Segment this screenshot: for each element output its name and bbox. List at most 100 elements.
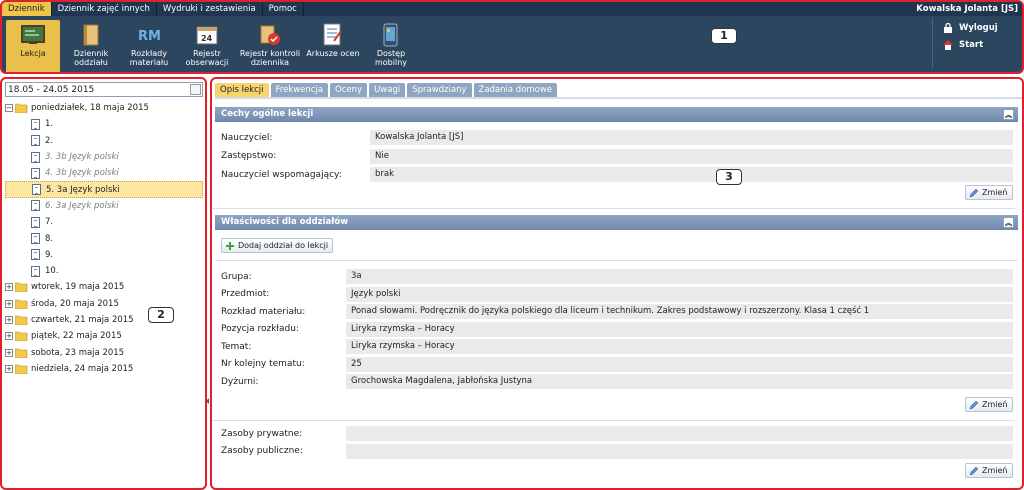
start-link[interactable]: Start <box>943 38 1022 52</box>
tree-day-tuesday[interactable]: + wtorek, 19 maja 2015 <box>5 279 203 295</box>
expand-toggle-icon[interactable]: + <box>5 348 13 357</box>
tab-opis-lekcji[interactable]: Opis lekcji <box>215 83 269 97</box>
tab-uwagi[interactable]: Uwagi <box>369 83 406 97</box>
tree-lesson-3[interactable]: 3. 3b Język polski <box>5 149 203 165</box>
change-class-props-button[interactable]: Zmień <box>965 397 1013 412</box>
panel-resize-handle[interactable] <box>206 396 209 406</box>
toolbar-rejestr-obserwacji-button[interactable]: 24 Rejestr obserwacji <box>180 20 234 72</box>
tree-lesson-label: 3. 3b Język polski <box>45 152 119 163</box>
lesson-document-icon <box>31 135 40 147</box>
menu-dziennik-zajec-innych[interactable]: Dziennik zajęć innych <box>52 2 157 16</box>
field-value <box>346 443 1013 459</box>
tree-lesson-label: 8. <box>45 233 54 244</box>
collapse-toggle-icon[interactable]: − <box>5 104 13 113</box>
toolbar-rejestr-obserwacji-label: Rejestr obserwacji <box>185 49 229 67</box>
section-title: Właściwości dla oddziałów <box>221 217 349 227</box>
toolbar-dostep-mobilny-button[interactable]: Dostęp mobilny <box>364 20 418 72</box>
change-general-button[interactable]: Zmień <box>965 185 1013 200</box>
tab-zadania-domowe[interactable]: Zadania domowe <box>473 83 558 97</box>
lesson-details-panel: Opis lekcji Frekwencja Oceny Uwagi Spraw… <box>210 77 1024 490</box>
tree-day-sunday[interactable]: + niedziela, 24 maja 2015 <box>5 361 203 377</box>
toolbar-dziennik-oddzialu-button[interactable]: Dziennik oddziału <box>64 20 118 72</box>
tree-lesson-1[interactable]: 1. <box>5 116 203 132</box>
toolbar-arkusze-ocen-button[interactable]: Arkusze ocen <box>306 20 360 72</box>
toolbar-lekcja-button[interactable]: Lekcja <box>6 20 60 72</box>
field-value: brak <box>370 167 1013 183</box>
tree-lesson-4[interactable]: 4. 3b Język polski <box>5 165 203 181</box>
add-class-to-lesson-button[interactable]: Dodaj oddział do lekcji <box>221 238 334 253</box>
field-label: Nr kolejny tematu: <box>221 359 305 370</box>
expand-toggle-icon[interactable]: + <box>5 364 13 373</box>
rm-icon: RM <box>136 23 162 47</box>
field-row-curriculum-position: Pozycja rozkładu: Liryka rzymska – Horac… <box>215 321 1018 339</box>
field-label: Zastępstwo: <box>221 151 277 162</box>
lock-icon <box>943 23 953 33</box>
field-value: Kowalska Jolanta [JS] <box>370 130 1013 146</box>
callout-1: 1 <box>711 28 737 44</box>
top-toolbar-region: Dziennik Dziennik zajęć innych Wydruki i… <box>0 0 1024 74</box>
logout-label: Wyloguj <box>959 23 998 33</box>
expand-toggle-icon[interactable]: + <box>5 316 13 324</box>
menu-wydruki[interactable]: Wydruki i zestawienia <box>157 2 263 16</box>
mobile-icon <box>378 23 404 47</box>
week-range-selector[interactable]: 18.05 - 24.05 2015 <box>5 82 203 97</box>
folder-icon <box>15 348 28 358</box>
tree-day-monday[interactable]: − poniedziałek, 18 maja 2015 <box>5 100 203 116</box>
field-value: Liryka rzymska – Horacy <box>346 321 1013 337</box>
toolbar-arkusze-ocen-label: Arkusze ocen <box>306 49 360 58</box>
tab-oceny[interactable]: Oceny <box>330 83 368 97</box>
lesson-document-icon <box>32 184 41 196</box>
add-class-label: Dodaj oddział do lekcji <box>238 241 329 250</box>
tab-sprawdziany[interactable]: Sprawdziany <box>407 83 472 97</box>
tree-lesson-label: 4. 3b Język polski <box>45 168 119 179</box>
menu-dziennik[interactable]: Dziennik <box>2 2 52 16</box>
folder-icon <box>15 315 28 325</box>
field-row-subject: Przedmiot: Język polski <box>215 286 1018 304</box>
change-label: Zmień <box>982 400 1008 409</box>
lesson-document-icon <box>31 216 40 228</box>
expand-toggle-icon[interactable]: + <box>5 332 13 341</box>
tab-frekwencja[interactable]: Frekwencja <box>270 83 329 97</box>
lesson-document-icon <box>31 200 40 212</box>
toolbar-dziennik-oddzialu-label: Dziennik oddziału <box>73 49 109 67</box>
tree-day-saturday[interactable]: + sobota, 23 maja 2015 <box>5 344 203 360</box>
lesson-document-icon <box>31 118 40 130</box>
field-label: Grupa: <box>221 271 252 282</box>
collapse-up-icon[interactable]: ︽ <box>1003 217 1014 228</box>
change-resources-button[interactable]: Zmień <box>965 463 1013 478</box>
tree-lesson-9[interactable]: 9. <box>5 247 203 263</box>
field-label: Zasoby publiczne: <box>221 446 303 457</box>
tree-lesson-label: 10. <box>45 266 59 277</box>
lesson-document-icon <box>31 151 40 163</box>
tree-lesson-label: 9. <box>45 249 54 260</box>
tree-lesson-5-selected[interactable]: 5. 3a Język polski <box>5 181 203 198</box>
tree-lesson-6[interactable]: 6. 3a Język polski <box>5 198 203 214</box>
folder-icon <box>15 299 28 309</box>
grade-sheet-icon <box>320 23 346 47</box>
toolbar-rejestr-kontroli-label: Rejestr kontroli dziennika <box>239 49 301 67</box>
field-row-teacher: Nauczyciel: Kowalska Jolanta [JS] <box>215 129 1018 147</box>
calendar-picker-icon[interactable] <box>190 84 201 95</box>
toolbar-rozklady-button[interactable]: RM Rozkłady materiału <box>122 20 176 72</box>
tree-day-friday[interactable]: + piątek, 22 maja 2015 <box>5 328 203 344</box>
tree-lesson-7[interactable]: 7. <box>5 214 203 230</box>
expand-toggle-icon[interactable]: + <box>5 283 13 292</box>
tree-lesson-8[interactable]: 8. <box>5 230 203 246</box>
tree-lesson-10[interactable]: 10. <box>5 263 203 279</box>
logout-link[interactable]: Wyloguj <box>943 21 1022 35</box>
change-label: Zmień <box>982 188 1008 197</box>
field-label: Pozycja rozkładu: <box>221 324 299 335</box>
field-value: 25 <box>346 356 1013 372</box>
tree-day-label: poniedziałek, 18 maja 2015 <box>31 103 149 114</box>
expand-toggle-icon[interactable]: + <box>5 299 13 308</box>
tree-lesson-2[interactable]: 2. <box>5 133 203 149</box>
menu-pomoc[interactable]: Pomoc <box>263 2 304 16</box>
resources-section: Zasoby prywatne: Zasoby publiczne: Zmień <box>215 425 1018 487</box>
toolbar-rozklady-label: Rozkłady materiału <box>129 49 169 67</box>
change-label: Zmień <box>982 466 1008 475</box>
lesson-document-icon <box>31 167 40 179</box>
toolbar-rejestr-kontroli-button[interactable]: Rejestr kontroli dziennika <box>238 20 302 72</box>
home-icon <box>943 40 953 50</box>
collapse-up-icon[interactable]: ︽ <box>1003 109 1014 120</box>
field-label: Temat: <box>221 341 252 352</box>
